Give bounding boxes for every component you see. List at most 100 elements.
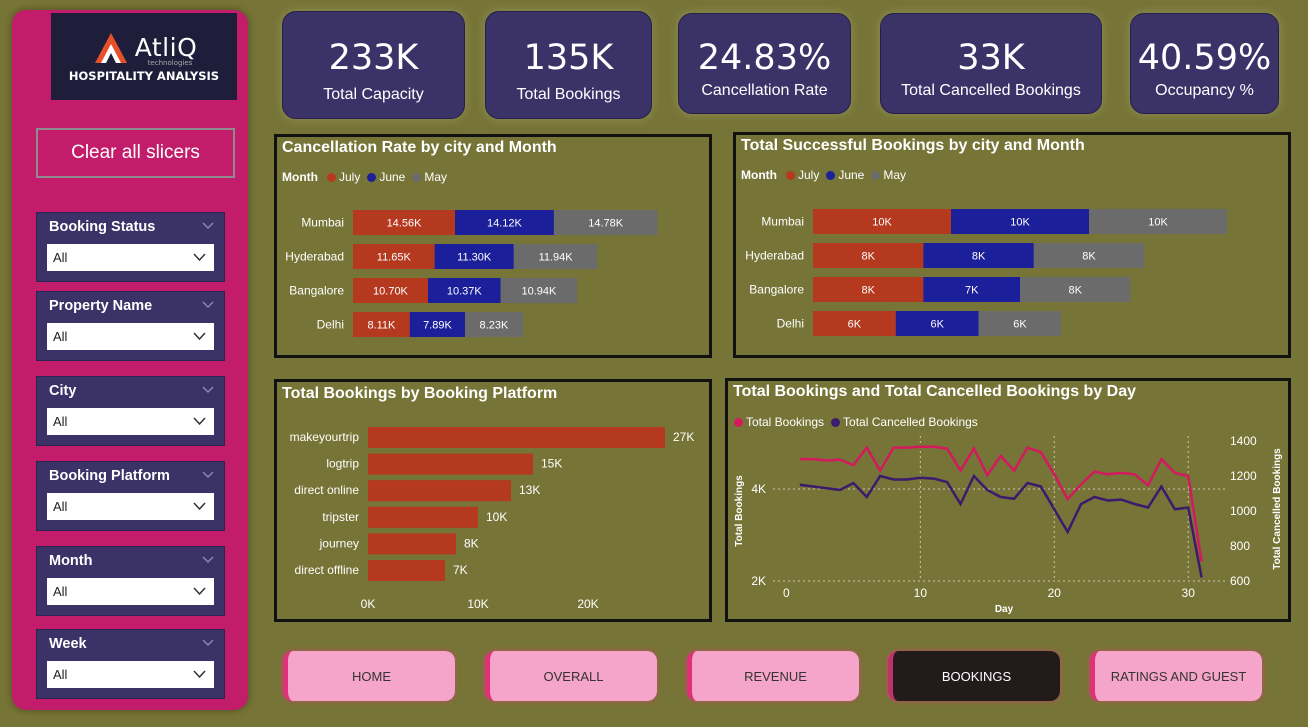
chevron-down-icon[interactable]: [202, 639, 214, 647]
data-label: 14.56K: [387, 218, 423, 230]
kpi-total-bookings: 135K Total Bookings: [485, 11, 652, 119]
y-tick-label: 2K: [751, 574, 766, 588]
kpi-label: Total Bookings: [516, 86, 621, 103]
bar: [368, 427, 665, 448]
kpi-value: 24.83%: [697, 38, 832, 78]
slicer-city: City All: [36, 376, 225, 446]
kpi-label: Total Capacity: [323, 86, 424, 103]
week-dropdown[interactable]: All: [47, 661, 214, 688]
kpi-value: 233K: [328, 38, 419, 78]
data-label: 14.78K: [588, 218, 624, 230]
successful-bookings-chart: Mumbai 10K 10K 10K Hyderabad 8K 8K 8K Bangalore 8…: [745, 209, 1227, 336]
kpi-label: Cancellation Rate: [701, 82, 828, 99]
kpi-label: Total Cancelled Bookings: [901, 82, 1081, 99]
slicer-booking-status: Booking Status All: [36, 212, 225, 282]
dropdown-arrow-icon: [193, 332, 206, 340]
data-label: 11.94K: [539, 252, 574, 264]
dropdown-value: All: [53, 584, 68, 599]
dropdown-value: All: [53, 499, 68, 514]
month-dropdown[interactable]: All: [47, 578, 214, 605]
slicer-title: Booking Status: [49, 219, 156, 235]
data-label: 13K: [519, 483, 540, 497]
nav-overall-button[interactable]: OVERALL: [485, 651, 657, 701]
nav-home-button[interactable]: HOME: [283, 651, 455, 701]
data-label: 6K: [1013, 319, 1027, 331]
category-label: Bangalore: [749, 283, 804, 297]
data-label: 7K: [453, 563, 468, 577]
atliq-logo: AtliQ technologies HOSPITALITY ANALYSIS: [51, 13, 237, 100]
data-label: 7.89K: [423, 320, 452, 332]
x-tick-label: 30: [1182, 586, 1196, 600]
data-label: 8K: [464, 536, 479, 550]
data-label: 8K: [1082, 251, 1096, 263]
slicer-title: Week: [49, 636, 87, 652]
cancellation-rate-chart: Mumbai 14.56K 14.12K 14.78K Hyderabad 11.65K 1…: [285, 210, 658, 337]
data-label: 8.11K: [367, 320, 396, 332]
x-tick-label: 0K: [361, 597, 376, 611]
kpi-label: Occupancy %: [1155, 82, 1254, 99]
bookings-by-day-chart: 2K 4K 600 800 1000 1200 1400 0 10 20 30 Day Total Bo…: [734, 434, 1283, 615]
x-tick-label: 10K: [467, 597, 488, 611]
booking-status-dropdown[interactable]: All: [47, 244, 214, 271]
chevron-down-icon[interactable]: [202, 386, 214, 394]
kpi-cancellation-rate: 24.83% Cancellation Rate: [678, 13, 851, 114]
category-label: Delhi: [317, 318, 344, 332]
chevron-down-icon[interactable]: [202, 301, 214, 309]
data-label: 8K: [861, 251, 875, 263]
clear-all-slicers-button[interactable]: Clear all slicers: [36, 128, 235, 178]
bar: [368, 506, 478, 528]
data-label: 8.23K: [480, 320, 509, 332]
data-label: 10K: [872, 217, 892, 229]
data-label: 7K: [965, 285, 979, 297]
successful-bookings-chart-panel: Total Successful Bookings by city and Mo…: [733, 132, 1291, 358]
category-label: Mumbai: [761, 215, 804, 229]
category-label: journey: [319, 536, 359, 550]
data-label: 14.12K: [487, 218, 523, 230]
data-label: 10.70K: [373, 286, 409, 298]
kpi-value: 135K: [523, 38, 614, 78]
category-label: Delhi: [777, 317, 804, 331]
x-axis-label: Day: [995, 604, 1014, 615]
category-label: makeyourtrip: [290, 430, 360, 444]
data-label: 11.65K: [377, 252, 412, 264]
data-label: 11.30K: [457, 252, 492, 264]
nav-ratings-and-guest-button[interactable]: RATINGS AND GUEST: [1090, 651, 1262, 701]
kpi-total-cancelled-bookings: 33K Total Cancelled Bookings: [880, 13, 1102, 114]
property-name-dropdown[interactable]: All: [47, 323, 214, 350]
dropdown-value: All: [53, 329, 68, 344]
data-label: 10K: [1010, 217, 1030, 229]
city-dropdown[interactable]: All: [47, 408, 214, 435]
category-label: direct offline: [295, 563, 360, 577]
booking-platform-dropdown[interactable]: All: [47, 493, 214, 520]
bar: [368, 533, 456, 555]
slicer-title: Property Name: [49, 298, 153, 314]
cancellation-rate-chart-panel: Cancellation Rate by city and Month Mont…: [274, 134, 712, 358]
category-label: logtrip: [326, 457, 359, 471]
sidebar: AtliQ technologies HOSPITALITY ANALYSIS …: [12, 10, 248, 710]
nav-bookings-button[interactable]: BOOKINGS: [888, 651, 1060, 701]
kpi-total-capacity: 233K Total Capacity: [282, 11, 465, 119]
bookings-by-day-chart-panel: Total Bookings and Total Cancelled Booki…: [725, 378, 1291, 622]
kpi-occupancy: 40.59% Occupancy %: [1130, 13, 1279, 114]
slicer-title: Month: [49, 553, 93, 569]
chevron-down-icon[interactable]: [202, 556, 214, 564]
data-label: 10K: [486, 510, 507, 524]
kpi-value: 33K: [957, 38, 1025, 78]
chevron-down-icon[interactable]: [202, 222, 214, 230]
dropdown-arrow-icon: [193, 417, 206, 425]
data-label: 27K: [673, 430, 694, 444]
series-line-total-bookings: [799, 445, 1203, 562]
slicer-title: City: [49, 383, 77, 399]
x-tick-label: 0: [783, 586, 790, 600]
slicer-title: Booking Platform: [49, 468, 170, 484]
data-label: 8K: [972, 251, 986, 263]
y2-tick-label: 600: [1230, 574, 1250, 588]
slicer-property-name: Property Name All: [36, 291, 225, 361]
dropdown-arrow-icon: [193, 587, 206, 595]
slicer-week: Week All: [36, 629, 225, 699]
chevron-down-icon[interactable]: [202, 471, 214, 479]
x-tick-label: 10: [914, 586, 928, 600]
nav-revenue-button[interactable]: REVENUE: [687, 651, 859, 701]
data-label: 15K: [541, 457, 562, 471]
platform-bookings-chart-panel: Total Bookings by Booking Platform makey…: [274, 379, 712, 622]
